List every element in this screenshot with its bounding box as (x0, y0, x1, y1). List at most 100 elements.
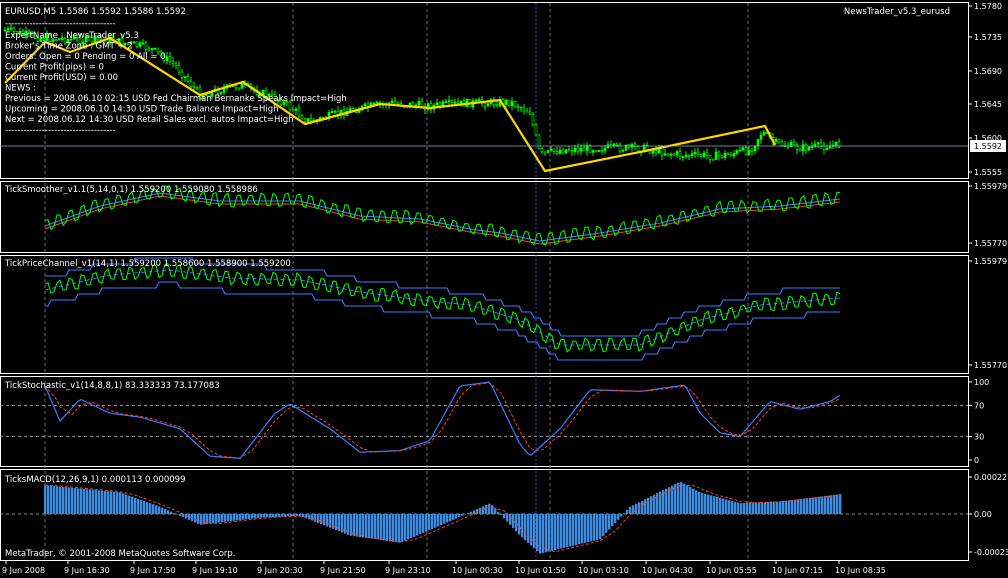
candle-body (177, 65, 181, 73)
info-line: Previous = 2008.06.10 02:15 USD Fed Chai… (5, 94, 347, 104)
candle-body (546, 150, 550, 153)
macd-histogram-bar (836, 494, 839, 514)
macd-histogram-bar (266, 514, 269, 518)
macd-histogram-bar (683, 483, 686, 514)
macd-histogram-bar (485, 505, 488, 514)
candle-body (570, 150, 574, 153)
candle-body (459, 100, 463, 104)
time-tick-label: 9 Jun 23:10 (385, 566, 431, 575)
candle-body (135, 41, 139, 47)
macd-histogram-bar (692, 488, 695, 514)
macd-histogram-bar (635, 503, 638, 514)
macd-histogram-bar (362, 514, 365, 538)
macd-histogram-bar (518, 514, 521, 535)
macd-histogram-bar (140, 499, 143, 514)
info-line: Broker's Time Zone : GMT + 2 (5, 42, 133, 52)
macd-histogram-bar (827, 495, 830, 514)
candle-body (174, 63, 178, 66)
macd-histogram-bar (566, 514, 569, 548)
macd-histogram-bar (707, 494, 710, 514)
candle-body (732, 153, 736, 157)
macd-histogram-bar (500, 514, 503, 516)
candle-body (600, 150, 604, 152)
candle-body (507, 99, 511, 106)
macd-histogram-bar (788, 500, 791, 514)
candle-body (438, 102, 442, 107)
macd-histogram-bar (530, 514, 533, 546)
time-tick-label: 9 Jun 16:30 (64, 566, 110, 575)
candle-body (561, 149, 565, 154)
macd-histogram-bar (491, 505, 494, 514)
macd-histogram-bar (329, 514, 332, 528)
ea-label: NewsTrader_v5.3_eurusd (844, 7, 950, 17)
candle-body (189, 80, 193, 87)
macd-histogram-bar (143, 501, 146, 514)
axis-tick-label: 1.55979 (974, 257, 1007, 266)
macd-histogram-bar (593, 514, 596, 541)
macd-histogram-bar (605, 514, 608, 533)
macd-histogram-bar (383, 514, 386, 541)
macd-histogram-bar (524, 514, 527, 541)
macd-histogram-bar (803, 498, 806, 514)
chart-window[interactable]: EURUSD,M5 1.5586 1.5592 1.5586 1.5592 Ne… (0, 0, 1008, 578)
indicator-label: TickPriceChannel_v1(14,1) 1.559200 1.558… (4, 259, 291, 269)
macd-histogram-bar (107, 491, 110, 514)
macd-histogram-bar (740, 503, 743, 514)
macd-histogram-bar (515, 514, 518, 532)
candle-body (168, 56, 172, 62)
candle-body (192, 85, 196, 88)
macd-histogram-bar (404, 514, 407, 541)
macd-histogram-bar (587, 514, 590, 543)
macd-histogram-bar (431, 514, 434, 529)
macd-histogram-bar (677, 482, 680, 514)
macd-histogram-bar (257, 514, 260, 518)
macd-histogram-bar (146, 502, 149, 514)
candle-body (153, 47, 157, 50)
macd-histogram-bar (239, 514, 242, 520)
candle-body (456, 101, 460, 104)
candle-body (183, 76, 187, 79)
price-tick-label: 1.5690 (974, 67, 1002, 76)
macd-histogram-bar (806, 498, 809, 514)
candle-body (486, 103, 490, 107)
macd-histogram-bar (254, 514, 257, 519)
candle-body (165, 56, 169, 62)
candle-body (549, 148, 553, 151)
info-separator: ------------------------------------ (5, 126, 115, 136)
candle-body (573, 147, 577, 153)
candle-body (663, 153, 667, 156)
macd-histogram-bar (590, 514, 593, 542)
macd-histogram-bar (776, 501, 779, 514)
candle-body (294, 108, 298, 111)
candle-body (741, 147, 745, 151)
candle-body (759, 134, 763, 140)
macd-histogram-bar (770, 501, 773, 514)
macd-histogram-bar (722, 498, 725, 514)
time-tick-label: 9 Jun 20:30 (257, 566, 303, 575)
candle-body (798, 148, 802, 152)
candle-body (621, 149, 625, 152)
macd-histogram-bar (308, 514, 311, 520)
macd-histogram-bar (812, 497, 815, 514)
macd-histogram-bar (560, 514, 563, 549)
macd-histogram-bar (758, 502, 761, 514)
macd-histogram-bar (551, 514, 554, 551)
candle-body (483, 102, 487, 107)
time-tick-label: 9 Jun 17:50 (130, 566, 176, 575)
macd-histogram-bar (269, 514, 272, 518)
macd-histogram-bar (320, 514, 323, 525)
macd-histogram-bar (785, 500, 788, 514)
macd-histogram-bar (227, 514, 230, 522)
macd-histogram-bar (800, 498, 803, 514)
macd-histogram-bar (251, 514, 254, 519)
candle-body (678, 151, 682, 157)
macd-histogram-bar (242, 514, 245, 520)
candle-body (666, 153, 670, 156)
candle-body (144, 42, 148, 50)
macd-histogram-bar (344, 514, 347, 534)
macd-histogram-bar (641, 500, 644, 514)
macd-histogram-bar (122, 493, 125, 514)
candle-body (417, 101, 421, 106)
macd-histogram-bar (272, 514, 275, 518)
macd-histogram-bar (158, 506, 161, 514)
